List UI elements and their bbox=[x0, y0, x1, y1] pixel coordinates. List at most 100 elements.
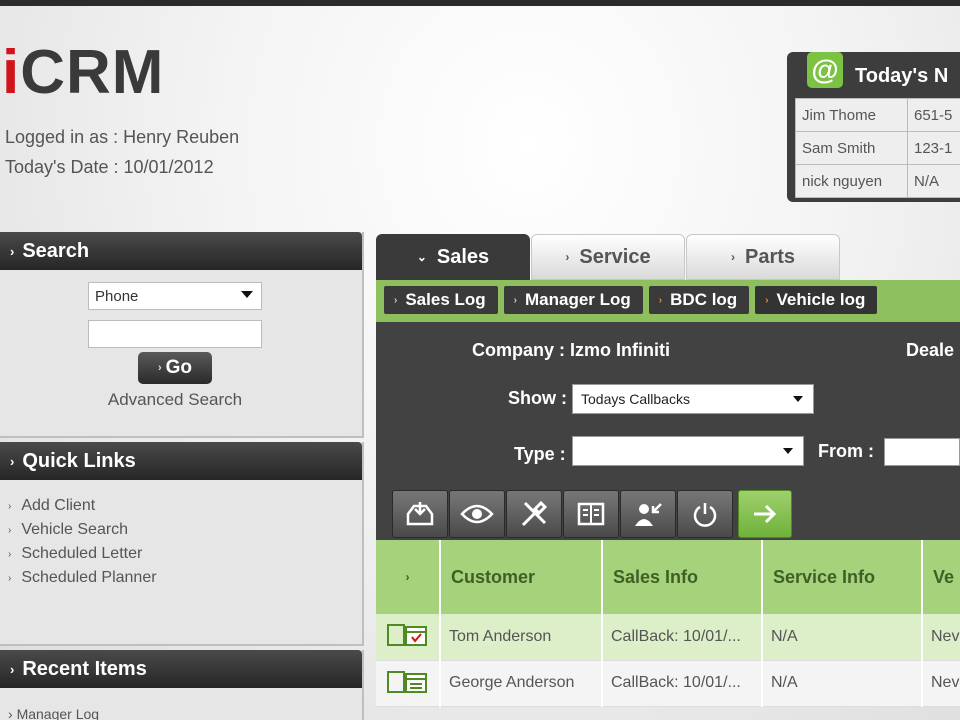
show-label: Show : bbox=[508, 388, 567, 408]
recent-item-label: Manager Log bbox=[16, 706, 100, 720]
row-calendar-cell[interactable] bbox=[376, 660, 441, 707]
arrow-right-icon[interactable] bbox=[738, 490, 792, 538]
today-phone: 123-1 bbox=[907, 131, 960, 165]
type-select[interactable] bbox=[572, 436, 804, 466]
search-panel: › Search Phone › Go Advanced Search bbox=[0, 232, 364, 438]
eye-icon[interactable] bbox=[449, 490, 505, 538]
quick-link-vehicle-search[interactable]: › Vehicle Search bbox=[8, 518, 157, 542]
cell-sales-info: CallBack: 10/01/... bbox=[602, 614, 763, 661]
chevron-right-icon: › bbox=[8, 572, 12, 584]
cell-customer[interactable]: Tom Anderson bbox=[440, 614, 603, 661]
quick-link-label: Add Client bbox=[21, 497, 96, 514]
quick-link-add-client[interactable]: › Add Client bbox=[8, 494, 157, 518]
logged-in-text: Logged in as : Henry Reuben bbox=[5, 127, 240, 147]
subtab-bdc-log[interactable]: › BDC log bbox=[648, 286, 750, 314]
chevron-right-icon: › bbox=[10, 243, 15, 259]
cell-service-info: N/A bbox=[762, 660, 923, 707]
subtab-manager-log[interactable]: › Manager Log bbox=[503, 286, 643, 314]
tab-sales[interactable]: ⌄ Sales bbox=[376, 234, 530, 280]
action-toolbar bbox=[392, 490, 793, 538]
grid-header-row: › Customer Sales Info Service Info Ve bbox=[376, 540, 960, 614]
login-info: Logged in as : Henry Reuben Today's Date… bbox=[5, 122, 239, 182]
subtab-sales-log[interactable]: › Sales Log bbox=[384, 286, 498, 314]
search-panel-header[interactable]: › Search bbox=[0, 232, 362, 270]
recent-items-header[interactable]: › Recent Items bbox=[0, 650, 362, 688]
go-label: Go bbox=[165, 357, 193, 378]
chevron-right-icon: › bbox=[394, 294, 398, 306]
calendar-phone-icon[interactable] bbox=[386, 621, 429, 647]
today-row[interactable]: nick nguyen N/A bbox=[795, 164, 960, 198]
today-phone: N/A bbox=[907, 164, 960, 198]
cell-customer[interactable]: George Anderson bbox=[440, 660, 603, 707]
quick-link-label: Vehicle Search bbox=[21, 521, 129, 538]
chevron-right-icon: › bbox=[730, 250, 735, 264]
type-label: Type : bbox=[514, 444, 566, 464]
quick-link-label: Scheduled Planner bbox=[21, 569, 157, 586]
cell-vehicle: Nev bbox=[922, 660, 960, 707]
today-widget-title: Today's N bbox=[855, 64, 949, 87]
at-icon: @ bbox=[807, 52, 843, 88]
today-name: nick nguyen bbox=[795, 164, 908, 198]
today-row[interactable]: Jim Thome 651-5 bbox=[795, 98, 960, 132]
todays-notifications-widget: @ Today's N Jim Thome 651-5 Sam Smith 12… bbox=[787, 52, 960, 202]
calendar-phone-icon[interactable] bbox=[386, 668, 429, 694]
advanced-search-link[interactable]: Advanced Search bbox=[0, 390, 350, 410]
dropdown-arrow-icon bbox=[783, 448, 793, 454]
column-header-customer[interactable]: Customer bbox=[440, 540, 603, 614]
subtab-label: BDC log bbox=[670, 290, 738, 309]
chevron-right-icon: › bbox=[658, 294, 663, 306]
today-name: Jim Thome bbox=[795, 98, 908, 132]
chevron-right-icon: › bbox=[157, 362, 162, 374]
chevron-right-icon: › bbox=[765, 294, 769, 306]
recent-items-title: Recent Items bbox=[22, 657, 147, 680]
address-book-icon[interactable] bbox=[563, 490, 619, 538]
chevron-down-icon: ⌄ bbox=[416, 250, 427, 264]
callbacks-grid: › Customer Sales Info Service Info Ve To… bbox=[376, 540, 960, 707]
today-name: Sam Smith bbox=[795, 131, 908, 165]
from-label: From : bbox=[818, 441, 874, 461]
go-button[interactable]: › Go bbox=[138, 352, 212, 384]
chevron-right-icon: › bbox=[8, 548, 12, 560]
sub-tab-bar: › Sales Log › Manager Log › BDC log › Ve… bbox=[376, 280, 960, 322]
subtab-label: Manager Log bbox=[525, 290, 631, 309]
tools-icon[interactable] bbox=[506, 490, 562, 538]
from-date-input[interactable] bbox=[884, 438, 960, 466]
subtab-vehicle-log[interactable]: › Vehicle log bbox=[755, 286, 878, 314]
company-label: Company : Izmo Infiniti bbox=[472, 340, 670, 360]
tab-service[interactable]: › Service bbox=[531, 234, 685, 280]
column-header-vehicle[interactable]: Ve bbox=[922, 540, 960, 614]
todays-date-text: Today's Date : 10/01/2012 bbox=[5, 157, 214, 177]
today-widget-header: @ Today's N bbox=[795, 52, 959, 92]
show-select[interactable]: Todays Callbacks bbox=[572, 384, 814, 414]
table-row[interactable]: Tom Anderson CallBack: 10/01/... N/A Nev bbox=[376, 614, 960, 661]
subtab-label: Sales Log bbox=[405, 290, 486, 309]
quick-link-scheduled-letter[interactable]: › Scheduled Letter bbox=[8, 542, 157, 566]
quick-link-scheduled-planner[interactable]: › Scheduled Planner bbox=[8, 566, 157, 590]
column-header-service-info[interactable]: Service Info bbox=[762, 540, 923, 614]
inbox-download-icon[interactable] bbox=[392, 490, 448, 538]
main-tabs: ⌄ Sales › Service › Parts bbox=[376, 234, 841, 280]
recent-item[interactable]: › Manager Log bbox=[8, 706, 99, 720]
today-table: Jim Thome 651-5 Sam Smith 123-1 nick ngu… bbox=[795, 98, 960, 198]
tab-parts[interactable]: › Parts bbox=[686, 234, 840, 280]
row-calendar-cell[interactable] bbox=[376, 614, 441, 661]
table-row[interactable]: George Anderson CallBack: 10/01/... N/A … bbox=[376, 660, 960, 707]
today-row[interactable]: Sam Smith 123-1 bbox=[795, 131, 960, 165]
search-panel-title: Search bbox=[22, 239, 90, 262]
logo-text: CRM bbox=[20, 38, 165, 107]
power-icon[interactable] bbox=[677, 490, 733, 538]
search-type-select[interactable]: Phone bbox=[88, 282, 262, 310]
column-header-sales-info[interactable]: Sales Info bbox=[602, 540, 763, 614]
recent-items-panel: › Recent Items › Manager Log bbox=[0, 650, 364, 720]
tab-label: Service bbox=[579, 245, 651, 268]
quick-links-header[interactable]: › Quick Links bbox=[0, 442, 362, 480]
chevron-right-icon: › bbox=[8, 500, 12, 512]
cell-sales-info: CallBack: 10/01/... bbox=[602, 660, 763, 707]
select-column-header[interactable]: › bbox=[376, 540, 441, 614]
search-input[interactable] bbox=[88, 320, 262, 348]
dealer-label: Deale bbox=[906, 340, 955, 360]
show-select-value: Todays Callbacks bbox=[581, 391, 690, 407]
tab-label: Sales bbox=[436, 245, 490, 268]
chevron-right-icon: › bbox=[565, 250, 570, 264]
person-arrow-icon[interactable] bbox=[620, 490, 676, 538]
